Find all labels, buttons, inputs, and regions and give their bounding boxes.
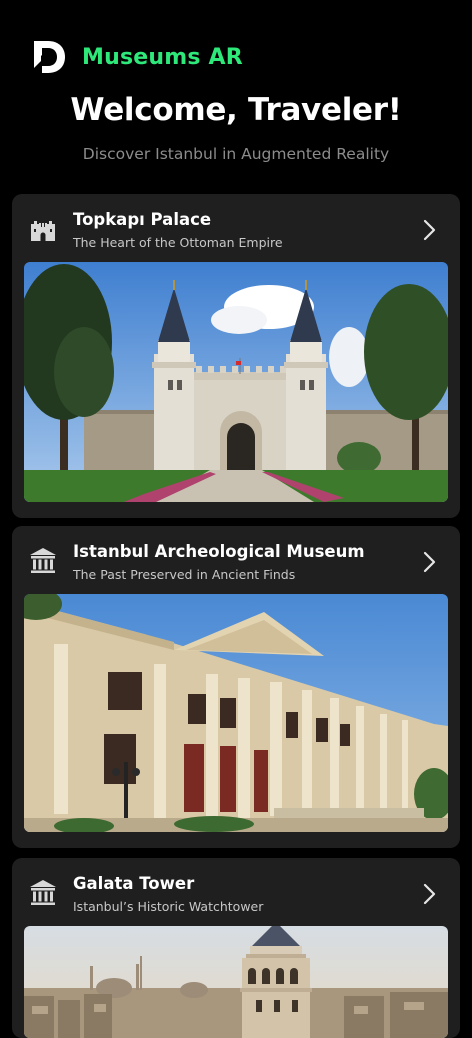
archeological-image xyxy=(24,594,448,832)
d-logo-icon xyxy=(34,41,65,73)
museum-title: Istanbul Archeological Museum xyxy=(73,542,365,561)
museum-card-header[interactable]: Istanbul Archeological Museum The Past P… xyxy=(12,526,460,594)
museum-card-archeological[interactable]: Istanbul Archeological Museum The Past P… xyxy=(12,526,460,848)
welcome-subheading: Discover Istanbul in Augmented Reality xyxy=(82,145,390,163)
chevron-right-icon[interactable] xyxy=(422,218,438,242)
museum-title: Galata Tower xyxy=(73,874,195,893)
museum-photo-archeological[interactable] xyxy=(24,594,448,832)
galata-image xyxy=(24,926,448,1038)
castle-icon xyxy=(31,221,55,241)
chevron-right-icon[interactable] xyxy=(422,882,438,906)
museum-card-header[interactable]: Galata Tower Istanbul’s Historic Watchto… xyxy=(12,858,460,926)
museum-card-topkapi[interactable]: Topkapı Palace The Heart of the Ottoman … xyxy=(12,194,460,518)
topkapi-image xyxy=(24,262,448,502)
museum-subtitle: The Heart of the Ottoman Empire xyxy=(73,235,283,250)
museum-card-header[interactable]: Topkapı Palace The Heart of the Ottoman … xyxy=(12,194,460,262)
museum-title: Topkapı Palace xyxy=(73,210,212,229)
museum-subtitle: Istanbul’s Historic Watchtower xyxy=(73,899,264,914)
museum-card-galata[interactable]: Galata Tower Istanbul’s Historic Watchto… xyxy=(12,858,460,1038)
museum-subtitle: The Past Preserved in Ancient Finds xyxy=(73,567,296,582)
chevron-right-icon[interactable] xyxy=(422,550,438,574)
app-header: Museums AR xyxy=(30,36,243,78)
app-title: Museums AR xyxy=(82,44,243,70)
welcome-heading: Welcome, Traveler! xyxy=(70,92,402,128)
museum-photo-topkapi[interactable] xyxy=(24,262,448,502)
museum-photo-galata[interactable] xyxy=(24,926,448,1038)
museum-icon xyxy=(30,548,56,573)
museum-icon xyxy=(30,880,56,905)
